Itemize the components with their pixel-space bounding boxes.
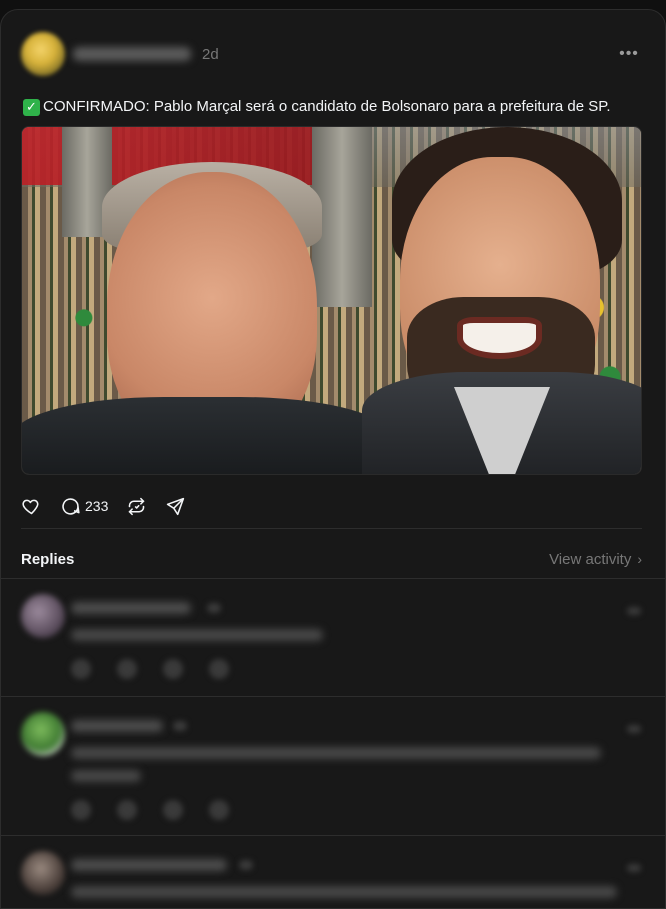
send-icon[interactable] — [209, 659, 229, 679]
heart-icon[interactable] — [71, 800, 91, 820]
author-username[interactable]: username — [73, 47, 191, 61]
reply-item[interactable] — [1, 579, 665, 697]
person-right — [352, 127, 641, 474]
reply-button[interactable]: 233 — [60, 496, 108, 517]
reply-item[interactable] — [1, 836, 665, 908]
reply-avatar[interactable] — [21, 851, 65, 895]
repost-button[interactable] — [126, 496, 147, 517]
reply-timestamp — [239, 860, 253, 870]
reply-username[interactable] — [71, 720, 163, 732]
post-text-content: CONFIRMADO: Pablo Marçal será o candidat… — [43, 98, 611, 115]
more-options-button[interactable]: ••• — [617, 42, 641, 66]
reply-timestamp — [207, 603, 221, 613]
reply-actions — [71, 659, 255, 679]
post-text: ✓ CONFIRMADO: Pablo Marçal será o candid… — [23, 97, 643, 117]
repost-icon[interactable] — [163, 659, 183, 679]
reply-username[interactable] — [71, 859, 227, 871]
reply-text — [71, 747, 601, 759]
thread-panel: username 2d ••• ✓ CONFIRMADO: Pablo Març… — [0, 9, 666, 909]
author-avatar[interactable] — [21, 32, 65, 76]
post-image[interactable] — [21, 126, 642, 475]
post-actions: 233 — [21, 494, 204, 518]
reply-item[interactable] — [1, 697, 665, 835]
repost-icon — [129, 497, 145, 515]
send-icon — [167, 497, 185, 515]
chevron-right-icon: › — [637, 551, 642, 567]
heart-icon — [22, 499, 39, 514]
reply-actions — [71, 800, 255, 820]
like-button[interactable] — [21, 496, 42, 517]
replies-title: Replies — [21, 550, 75, 568]
comment-icon[interactable] — [117, 659, 137, 679]
replies-header: Replies View activity › — [21, 547, 642, 571]
more-icon: ••• — [619, 45, 639, 62]
post-header: username 2d ••• — [21, 32, 641, 76]
reply-more-icon[interactable] — [627, 725, 641, 733]
post-timestamp[interactable]: 2d — [202, 46, 219, 63]
reply-text — [71, 770, 141, 782]
share-button[interactable] — [165, 496, 186, 517]
reply-count: 233 — [85, 498, 109, 514]
comment-icon[interactable] — [117, 800, 137, 820]
view-activity-link[interactable]: View activity › — [549, 551, 642, 568]
check-mark-icon: ✓ — [23, 98, 40, 116]
reply-avatar[interactable] — [21, 594, 65, 638]
reply-timestamp — [173, 721, 187, 731]
divider — [21, 528, 642, 529]
reply-text — [71, 629, 323, 641]
reply-more-icon[interactable] — [627, 864, 641, 872]
view-activity-label: View activity — [549, 550, 632, 568]
person-left — [22, 162, 392, 474]
reply-username[interactable] — [71, 602, 191, 614]
repost-icon[interactable] — [163, 800, 183, 820]
reply-more-icon[interactable] — [627, 607, 641, 615]
comment-icon — [62, 497, 80, 515]
reply-avatar[interactable] — [21, 712, 65, 756]
send-icon[interactable] — [209, 800, 229, 820]
reply-text — [71, 886, 617, 898]
heart-icon[interactable] — [71, 659, 91, 679]
